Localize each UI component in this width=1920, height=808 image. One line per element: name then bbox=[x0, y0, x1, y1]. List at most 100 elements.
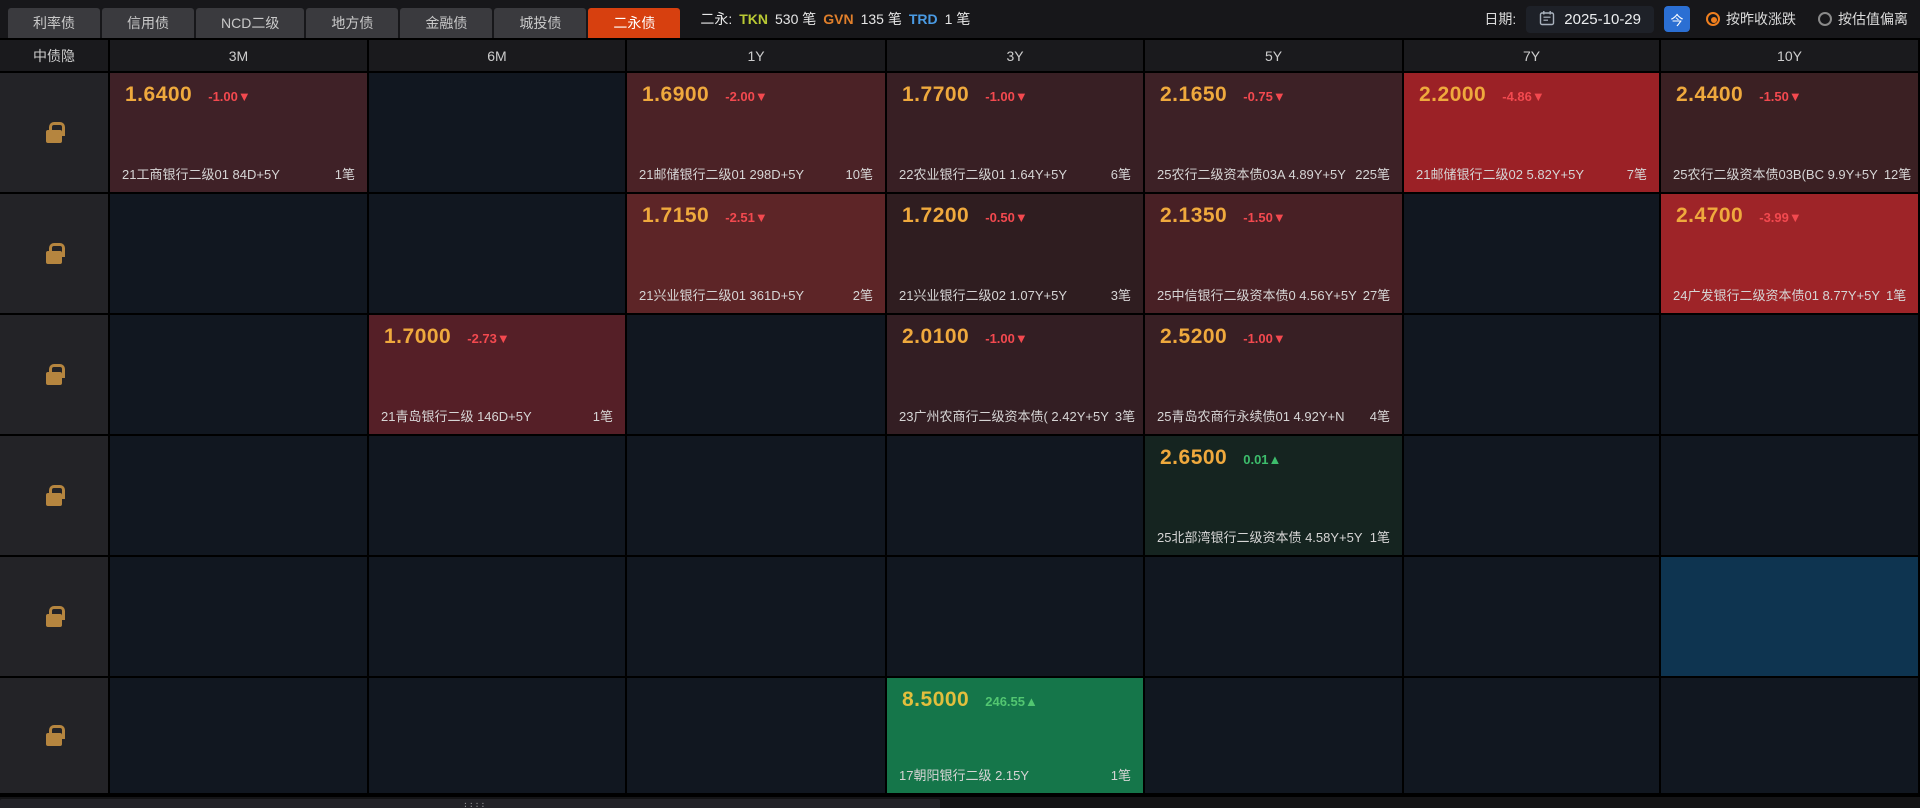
tab-er-yong-selected[interactable]: 二永债 bbox=[588, 8, 681, 38]
cell-5y-row2[interactable]: 2.1350 -1.50▼ 25中信银行二级资本债0 4.56Y+5Y 27笔 bbox=[1145, 194, 1404, 315]
cell-5y-row6[interactable] bbox=[1145, 678, 1404, 795]
cell-7y-row6[interactable] bbox=[1404, 678, 1661, 795]
cell-1y-row5[interactable] bbox=[627, 557, 887, 678]
cell-3m-row6[interactable] bbox=[110, 678, 369, 795]
cell-3y-row3[interactable]: 2.0100 -1.00▼ 23广州农商行二级资本债( 2.42Y+5Y 3笔 bbox=[887, 315, 1145, 436]
cell-7y-row1[interactable]: 2.2000 -4.86▼ 21邮储银行二级02 5.82Y+5Y 7笔 bbox=[1404, 73, 1661, 194]
yield-change-down: -3.99▼ bbox=[1759, 210, 1802, 225]
yield-change-down: -1.00▼ bbox=[1243, 331, 1286, 346]
cell-5y-row4[interactable]: 2.6500 0.01▲ 25北部湾银行二级资本债 4.58Y+5Y 1笔 bbox=[1145, 436, 1404, 557]
stat-count-tkn: 530 笔 bbox=[775, 11, 817, 27]
cell-3m-row2[interactable] bbox=[110, 194, 369, 315]
cell-10y-row4[interactable] bbox=[1661, 436, 1920, 557]
bond-yield-value: 1.7000 bbox=[384, 325, 452, 348]
cell-5y-row3[interactable]: 2.5200 -1.00▼ 25青岛农商行永续债01 4.92Y+N 4笔 bbox=[1145, 315, 1404, 436]
trade-count: 10笔 bbox=[845, 167, 873, 182]
date-input[interactable]: 2025-10-29 bbox=[1526, 5, 1654, 33]
bond-name: 21兴业银行二级02 1.07Y+5Y bbox=[899, 288, 1067, 303]
cell-6m-row3[interactable]: 1.7000 -2.73▼ 21青岛银行二级 146D+5Y 1笔 bbox=[369, 315, 627, 436]
bond-yield-value: 2.0100 bbox=[902, 325, 970, 348]
horizontal-scrollbar[interactable]: :::: bbox=[0, 795, 1920, 808]
scrollbar-handle[interactable]: :::: bbox=[0, 799, 940, 808]
cell-3y-row1[interactable]: 1.7700 -1.00▼ 22农业银行二级01 1.64Y+5Y 6笔 bbox=[887, 73, 1145, 194]
cell-7y-row5[interactable] bbox=[1404, 557, 1661, 678]
top-bar: 利率债 信用债 NCD二级 地方债 金融债 城投债 二永债 二永: TKN 530 笔 GVN 1… bbox=[0, 0, 1920, 38]
bond-name: 25农行二级资本债03A 4.89Y+5Y bbox=[1157, 167, 1346, 182]
bond-name: 23广州农商行二级资本债( 2.42Y+5Y bbox=[899, 409, 1109, 424]
radio-option-0[interactable]: 按昨收涨跌 bbox=[1706, 9, 1796, 29]
trade-stats: 二永: TKN 530 笔 GVN 135 笔 TRD 1 笔 bbox=[700, 9, 970, 29]
cell-3y-row6[interactable]: 8.5000 246.55▲ 17朝阳银行二级 2.15Y 1笔 bbox=[887, 678, 1145, 795]
cell-6m-row6[interactable] bbox=[369, 678, 627, 795]
cell-1y-row3[interactable] bbox=[627, 315, 887, 436]
tab-urban[interactable]: 城投债 bbox=[494, 8, 587, 38]
cell-10y-row2[interactable]: 2.4700 -3.99▼ 24广发银行二级资本债01 8.77Y+5Y 1笔 bbox=[1661, 194, 1920, 315]
stat-label-gvn: GVN bbox=[823, 11, 854, 27]
cell-10y-row6[interactable] bbox=[1661, 678, 1920, 795]
bond-name: 21邮储银行二级02 5.82Y+5Y bbox=[1416, 167, 1584, 182]
cell-3m-row3[interactable] bbox=[110, 315, 369, 436]
cell-6m-row1[interactable] bbox=[369, 73, 627, 194]
cell-1y-row6[interactable] bbox=[627, 678, 887, 795]
lock-icon[interactable] bbox=[46, 606, 65, 627]
trade-count: 27笔 bbox=[1362, 288, 1391, 303]
row-lock-cell-6 bbox=[0, 678, 110, 795]
lock-icon[interactable] bbox=[46, 243, 65, 264]
date-controls: 日期: 2025-10-29 今 按昨收涨跌 按估值偏离 bbox=[1484, 5, 1908, 33]
cell-10y-row1[interactable]: 2.4400 -1.50▼ 25农行二级资本债03B(BC 9.9Y+5Y 12笔 bbox=[1661, 73, 1920, 194]
lock-icon[interactable] bbox=[46, 725, 65, 746]
cell-1y-row4[interactable] bbox=[627, 436, 887, 557]
cell-3y-row2[interactable]: 1.7200 -0.50▼ 21兴业银行二级02 1.07Y+5Y 3笔 bbox=[887, 194, 1145, 315]
header-zhongzhaiyin: 中债隐 bbox=[0, 40, 110, 73]
cell-10y-row3[interactable] bbox=[1661, 315, 1920, 436]
yield-change-down: -0.50▼ bbox=[985, 210, 1028, 225]
tab-financial[interactable]: 金融债 bbox=[400, 8, 493, 38]
bond-yield-value: 2.4400 bbox=[1676, 83, 1744, 106]
header-10y: 10Y bbox=[1661, 40, 1920, 73]
stat-count-trd: 1 笔 bbox=[944, 11, 971, 27]
cell-7y-row3[interactable] bbox=[1404, 315, 1661, 436]
cell-5y-row1[interactable]: 2.1650 -0.75▼ 25农行二级资本债03A 4.89Y+5Y 225笔 bbox=[1145, 73, 1404, 194]
trade-count: 4笔 bbox=[1369, 409, 1390, 424]
cell-1y-row1[interactable]: 1.6900 -2.00▼ 21邮储银行二级01 298D+5Y 10笔 bbox=[627, 73, 887, 194]
date-value[interactable]: 2025-10-29 bbox=[1564, 11, 1641, 28]
cell-3y-row5[interactable] bbox=[887, 557, 1145, 678]
tab-local-gov[interactable]: 地方债 bbox=[306, 8, 399, 38]
lock-icon[interactable] bbox=[46, 364, 65, 385]
lock-icon[interactable] bbox=[46, 122, 65, 143]
tab-ncd[interactable]: NCD二级 bbox=[196, 8, 305, 38]
cell-7y-row4[interactable] bbox=[1404, 436, 1661, 557]
cell-6m-row5[interactable] bbox=[369, 557, 627, 678]
lock-icon[interactable] bbox=[46, 485, 65, 506]
cell-6m-row4[interactable] bbox=[369, 436, 627, 557]
today-button[interactable]: 今 bbox=[1664, 6, 1690, 32]
trade-count: 1笔 bbox=[592, 409, 613, 424]
stat-label-trd: TRD bbox=[908, 11, 938, 27]
stat-count-gvn: 135 笔 bbox=[860, 11, 902, 27]
yield-change-down: -1.00▼ bbox=[985, 89, 1028, 104]
cell-3m-row5[interactable] bbox=[110, 557, 369, 678]
stats-prefix: 二永: bbox=[700, 11, 733, 27]
radio-selected-icon[interactable] bbox=[1706, 12, 1720, 26]
cell-3m-row4[interactable] bbox=[110, 436, 369, 557]
market-tabs: 利率债 信用债 NCD二级 地方债 金融债 城投债 二永债 bbox=[8, 8, 681, 38]
cell-6m-row2[interactable] bbox=[369, 194, 627, 315]
bond-yield-value: 1.7200 bbox=[902, 204, 970, 227]
yield-change-down: -2.51▼ bbox=[725, 210, 768, 225]
radio-unselected-icon[interactable] bbox=[1818, 12, 1832, 26]
tab-credit[interactable]: 信用债 bbox=[102, 8, 194, 38]
mode-radios: 按昨收涨跌 按估值偏离 bbox=[1700, 9, 1908, 29]
radio-option-1[interactable]: 按估值偏离 bbox=[1818, 9, 1908, 29]
header-5y: 5Y bbox=[1145, 40, 1404, 73]
cell-3m-row1[interactable]: 1.6400 -1.00▼ 21工商银行二级01 84D+5Y 1笔 bbox=[110, 73, 369, 194]
yield-change-down: -0.75▼ bbox=[1243, 89, 1286, 104]
tab-rates[interactable]: 利率债 bbox=[8, 8, 100, 38]
cell-7y-row2[interactable] bbox=[1404, 194, 1661, 315]
bond-yield-value: 2.4700 bbox=[1676, 204, 1744, 227]
cell-3y-row4[interactable] bbox=[887, 436, 1145, 557]
bond-yield-value: 2.6500 bbox=[1160, 446, 1228, 469]
cell-5y-row5[interactable] bbox=[1145, 557, 1404, 678]
trade-count: 1笔 bbox=[1110, 768, 1131, 783]
cell-1y-row2[interactable]: 1.7150 -2.51▼ 21兴业银行二级01 361D+5Y 2笔 bbox=[627, 194, 887, 315]
cell-10y-row5[interactable] bbox=[1661, 557, 1920, 678]
